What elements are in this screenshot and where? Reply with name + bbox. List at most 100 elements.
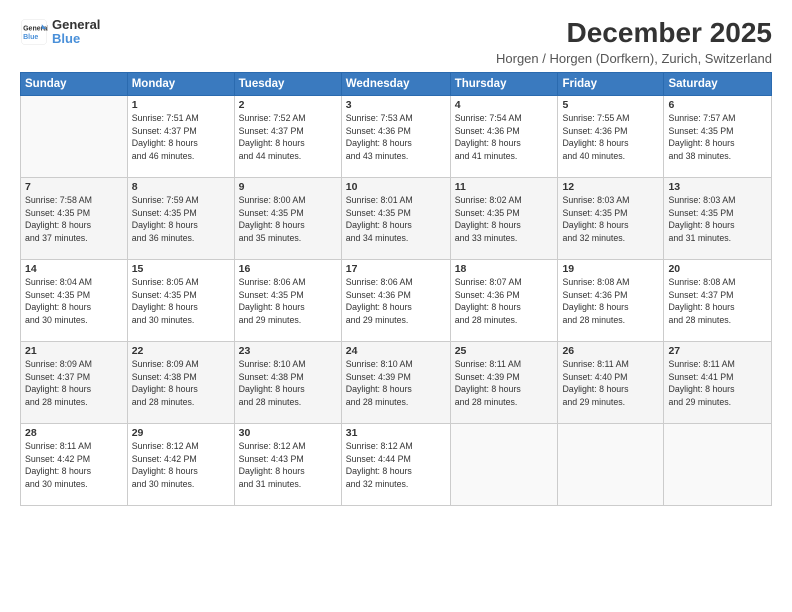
header-tuesday: Tuesday (234, 72, 341, 95)
calendar-cell: 18Sunrise: 8:07 AM Sunset: 4:36 PM Dayli… (450, 259, 558, 341)
day-info: Sunrise: 7:51 AM Sunset: 4:37 PM Dayligh… (132, 112, 230, 163)
day-number: 28 (25, 427, 123, 439)
day-number: 19 (562, 263, 659, 275)
day-number: 4 (455, 99, 554, 111)
calendar-cell: 4Sunrise: 7:54 AM Sunset: 4:36 PM Daylig… (450, 95, 558, 177)
day-number: 17 (346, 263, 446, 275)
main-title: December 2025 (496, 18, 772, 49)
day-number: 5 (562, 99, 659, 111)
day-number: 30 (239, 427, 337, 439)
calendar-cell: 23Sunrise: 8:10 AM Sunset: 4:38 PM Dayli… (234, 341, 341, 423)
day-number: 24 (346, 345, 446, 357)
calendar-cell (21, 95, 128, 177)
day-info: Sunrise: 8:11 AM Sunset: 4:42 PM Dayligh… (25, 440, 123, 491)
day-number: 10 (346, 181, 446, 193)
logo-icon: General Blue (20, 18, 48, 46)
calendar-cell: 19Sunrise: 8:08 AM Sunset: 4:36 PM Dayli… (558, 259, 664, 341)
day-number: 2 (239, 99, 337, 111)
day-number: 7 (25, 181, 123, 193)
calendar-cell: 6Sunrise: 7:57 AM Sunset: 4:35 PM Daylig… (664, 95, 772, 177)
day-number: 16 (239, 263, 337, 275)
day-info: Sunrise: 8:09 AM Sunset: 4:38 PM Dayligh… (132, 358, 230, 409)
day-info: Sunrise: 8:11 AM Sunset: 4:39 PM Dayligh… (455, 358, 554, 409)
day-number: 27 (668, 345, 767, 357)
subtitle: Horgen / Horgen (Dorfkern), Zurich, Swit… (496, 51, 772, 66)
day-info: Sunrise: 8:12 AM Sunset: 4:44 PM Dayligh… (346, 440, 446, 491)
day-number: 9 (239, 181, 337, 193)
calendar-cell: 11Sunrise: 8:02 AM Sunset: 4:35 PM Dayli… (450, 177, 558, 259)
day-number: 31 (346, 427, 446, 439)
header-friday: Friday (558, 72, 664, 95)
day-info: Sunrise: 8:08 AM Sunset: 4:36 PM Dayligh… (562, 276, 659, 327)
day-info: Sunrise: 8:04 AM Sunset: 4:35 PM Dayligh… (25, 276, 123, 327)
logo-blue: Blue (52, 32, 100, 46)
header-thursday: Thursday (450, 72, 558, 95)
day-info: Sunrise: 8:11 AM Sunset: 4:41 PM Dayligh… (668, 358, 767, 409)
calendar-cell: 30Sunrise: 8:12 AM Sunset: 4:43 PM Dayli… (234, 423, 341, 505)
logo: General Blue General Blue (20, 18, 100, 47)
day-number: 20 (668, 263, 767, 275)
calendar-cell: 5Sunrise: 7:55 AM Sunset: 4:36 PM Daylig… (558, 95, 664, 177)
header-sunday: Sunday (21, 72, 128, 95)
calendar-cell: 29Sunrise: 8:12 AM Sunset: 4:42 PM Dayli… (127, 423, 234, 505)
calendar-cell: 22Sunrise: 8:09 AM Sunset: 4:38 PM Dayli… (127, 341, 234, 423)
day-info: Sunrise: 8:01 AM Sunset: 4:35 PM Dayligh… (346, 194, 446, 245)
calendar-cell: 27Sunrise: 8:11 AM Sunset: 4:41 PM Dayli… (664, 341, 772, 423)
day-info: Sunrise: 8:00 AM Sunset: 4:35 PM Dayligh… (239, 194, 337, 245)
title-area: December 2025 Horgen / Horgen (Dorfkern)… (496, 18, 772, 66)
page: General Blue General Blue December 2025 … (0, 0, 792, 612)
calendar-cell: 15Sunrise: 8:05 AM Sunset: 4:35 PM Dayli… (127, 259, 234, 341)
day-number: 13 (668, 181, 767, 193)
calendar: Sunday Monday Tuesday Wednesday Thursday… (20, 72, 772, 506)
day-number: 1 (132, 99, 230, 111)
day-info: Sunrise: 8:06 AM Sunset: 4:36 PM Dayligh… (346, 276, 446, 327)
day-info: Sunrise: 8:12 AM Sunset: 4:43 PM Dayligh… (239, 440, 337, 491)
day-info: Sunrise: 8:05 AM Sunset: 4:35 PM Dayligh… (132, 276, 230, 327)
day-number: 23 (239, 345, 337, 357)
header-monday: Monday (127, 72, 234, 95)
day-info: Sunrise: 8:02 AM Sunset: 4:35 PM Dayligh… (455, 194, 554, 245)
calendar-cell: 9Sunrise: 8:00 AM Sunset: 4:35 PM Daylig… (234, 177, 341, 259)
calendar-cell: 14Sunrise: 8:04 AM Sunset: 4:35 PM Dayli… (21, 259, 128, 341)
day-info: Sunrise: 7:55 AM Sunset: 4:36 PM Dayligh… (562, 112, 659, 163)
day-info: Sunrise: 8:11 AM Sunset: 4:40 PM Dayligh… (562, 358, 659, 409)
logo-general: General (52, 18, 100, 32)
calendar-header-row: Sunday Monday Tuesday Wednesday Thursday… (21, 72, 772, 95)
day-number: 18 (455, 263, 554, 275)
calendar-week-1: 1Sunrise: 7:51 AM Sunset: 4:37 PM Daylig… (21, 95, 772, 177)
day-info: Sunrise: 8:03 AM Sunset: 4:35 PM Dayligh… (562, 194, 659, 245)
day-info: Sunrise: 8:12 AM Sunset: 4:42 PM Dayligh… (132, 440, 230, 491)
calendar-cell: 21Sunrise: 8:09 AM Sunset: 4:37 PM Dayli… (21, 341, 128, 423)
calendar-cell: 17Sunrise: 8:06 AM Sunset: 4:36 PM Dayli… (341, 259, 450, 341)
day-number: 15 (132, 263, 230, 275)
day-info: Sunrise: 7:59 AM Sunset: 4:35 PM Dayligh… (132, 194, 230, 245)
day-info: Sunrise: 7:54 AM Sunset: 4:36 PM Dayligh… (455, 112, 554, 163)
day-info: Sunrise: 8:08 AM Sunset: 4:37 PM Dayligh… (668, 276, 767, 327)
day-number: 11 (455, 181, 554, 193)
calendar-cell: 16Sunrise: 8:06 AM Sunset: 4:35 PM Dayli… (234, 259, 341, 341)
calendar-cell: 7Sunrise: 7:58 AM Sunset: 4:35 PM Daylig… (21, 177, 128, 259)
calendar-cell: 12Sunrise: 8:03 AM Sunset: 4:35 PM Dayli… (558, 177, 664, 259)
day-number: 22 (132, 345, 230, 357)
calendar-week-4: 21Sunrise: 8:09 AM Sunset: 4:37 PM Dayli… (21, 341, 772, 423)
calendar-cell: 2Sunrise: 7:52 AM Sunset: 4:37 PM Daylig… (234, 95, 341, 177)
calendar-week-2: 7Sunrise: 7:58 AM Sunset: 4:35 PM Daylig… (21, 177, 772, 259)
calendar-cell: 3Sunrise: 7:53 AM Sunset: 4:36 PM Daylig… (341, 95, 450, 177)
calendar-cell: 25Sunrise: 8:11 AM Sunset: 4:39 PM Dayli… (450, 341, 558, 423)
day-info: Sunrise: 8:06 AM Sunset: 4:35 PM Dayligh… (239, 276, 337, 327)
day-number: 6 (668, 99, 767, 111)
day-info: Sunrise: 8:10 AM Sunset: 4:38 PM Dayligh… (239, 358, 337, 409)
calendar-cell: 10Sunrise: 8:01 AM Sunset: 4:35 PM Dayli… (341, 177, 450, 259)
calendar-week-3: 14Sunrise: 8:04 AM Sunset: 4:35 PM Dayli… (21, 259, 772, 341)
logo-text: General Blue (52, 18, 100, 47)
day-number: 14 (25, 263, 123, 275)
day-info: Sunrise: 7:53 AM Sunset: 4:36 PM Dayligh… (346, 112, 446, 163)
day-info: Sunrise: 8:03 AM Sunset: 4:35 PM Dayligh… (668, 194, 767, 245)
calendar-cell: 13Sunrise: 8:03 AM Sunset: 4:35 PM Dayli… (664, 177, 772, 259)
calendar-cell (558, 423, 664, 505)
calendar-cell: 20Sunrise: 8:08 AM Sunset: 4:37 PM Dayli… (664, 259, 772, 341)
day-number: 25 (455, 345, 554, 357)
calendar-week-5: 28Sunrise: 8:11 AM Sunset: 4:42 PM Dayli… (21, 423, 772, 505)
calendar-cell (664, 423, 772, 505)
calendar-cell: 24Sunrise: 8:10 AM Sunset: 4:39 PM Dayli… (341, 341, 450, 423)
